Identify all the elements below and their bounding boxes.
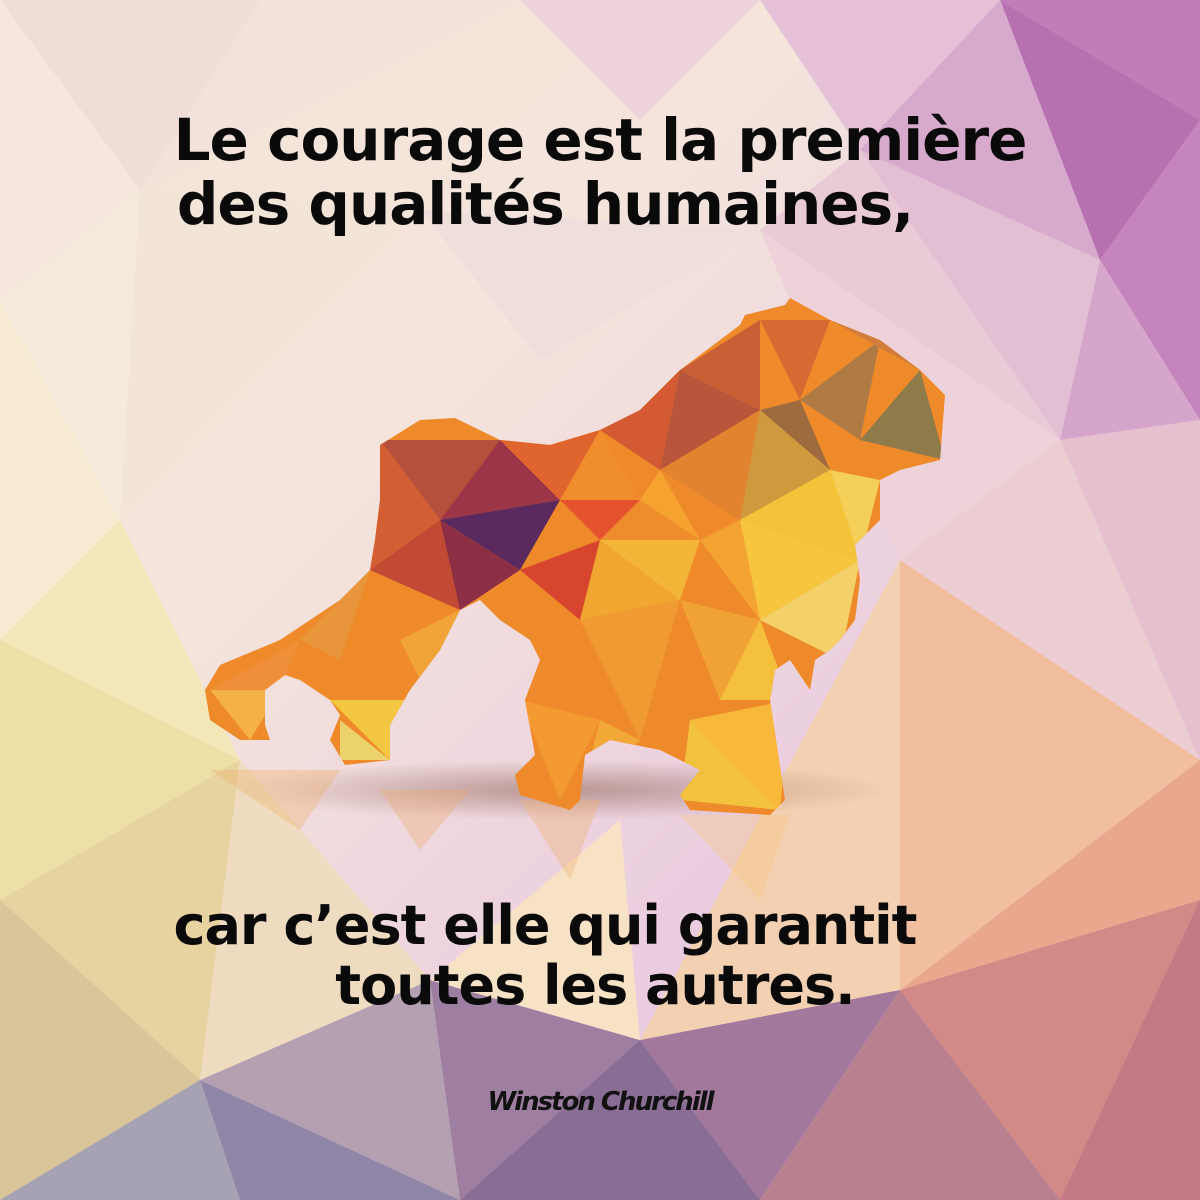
quote-line-3: car c’est elle qui garantit	[173, 894, 917, 957]
author-name: Winston Churchill	[487, 1087, 714, 1117]
quote-line-4: toutes les autres.	[335, 954, 855, 1017]
quote-bottom: car c’est elle qui garantit toutes les a…	[0, 896, 1200, 1016]
quote-top: Le courage est la première des qualités …	[0, 108, 1200, 236]
quote-line-1: Le courage est la première	[173, 106, 1028, 174]
quote-line-2: des qualités humaines,	[176, 170, 914, 238]
quote-poster: Le courage est la première des qualités …	[0, 0, 1200, 1200]
